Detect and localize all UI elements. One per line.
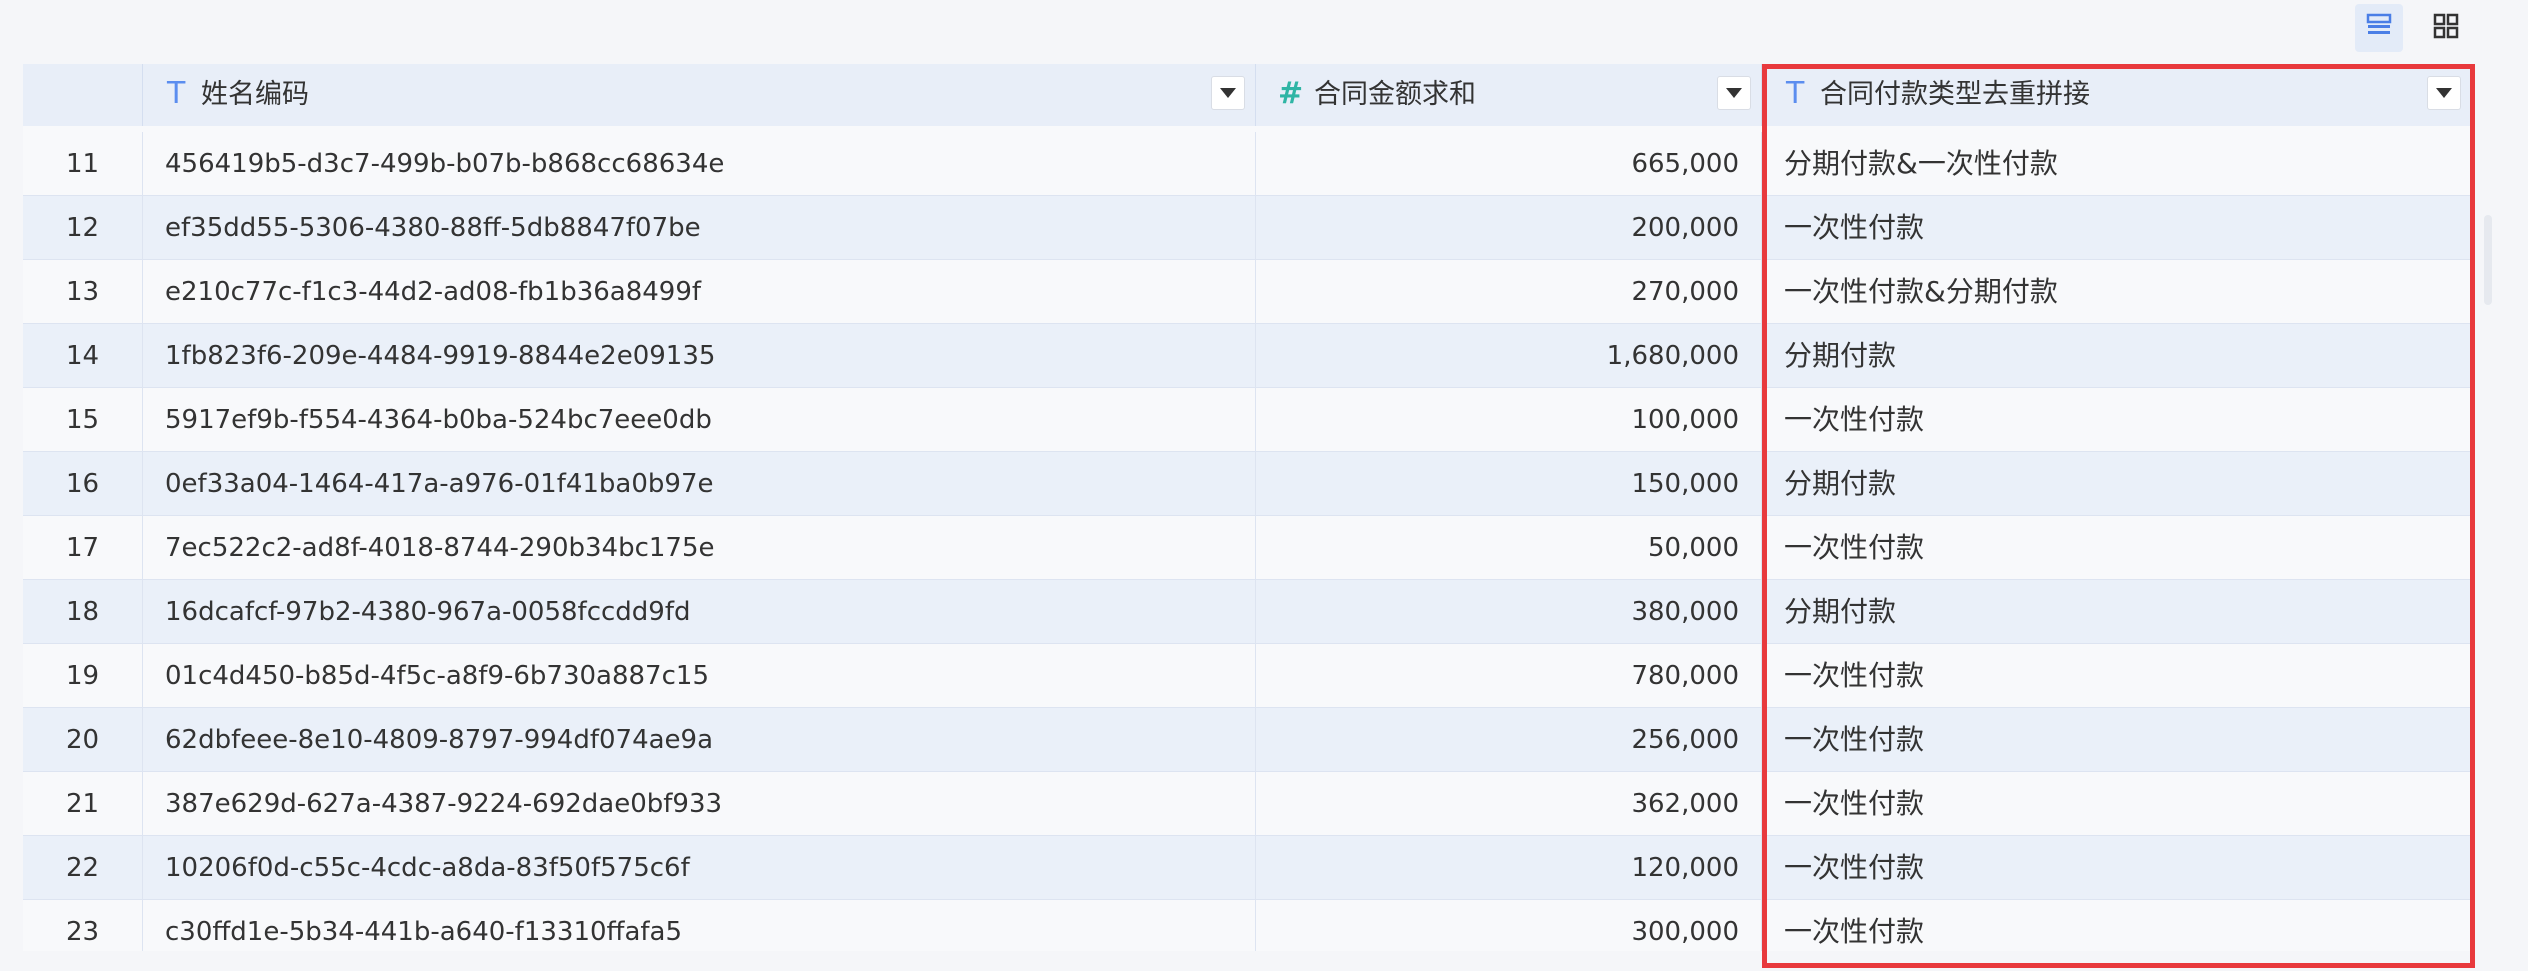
- table-row[interactable]: 21 387e629d-627a-4387-9224-692dae0bf933 36…: [23, 772, 2475, 836]
- row-index-cell[interactable]: 20: [23, 708, 143, 772]
- column-header-contract-amount[interactable]: # 合同金额求和: [1256, 64, 1762, 126]
- row-index-cell[interactable]: 13: [23, 260, 143, 324]
- scrollbar[interactable]: [2484, 215, 2492, 305]
- payment-type-cell[interactable]: 一次性付款: [1762, 772, 2475, 836]
- table-row[interactable]: 11 456419b5-d3c7-499b-b07b-b868cc68634e 66…: [23, 132, 2475, 196]
- payment-type-cell[interactable]: 一次性付款: [1762, 388, 2475, 452]
- row-index-cell[interactable]: 22: [23, 836, 143, 900]
- table-row[interactable]: 23 c30ffd1e-5b34-441b-a640-f13310ffafa5 30…: [23, 900, 2475, 951]
- text-type-icon: T: [167, 76, 186, 111]
- payment-type-cell[interactable]: 一次性付款: [1762, 708, 2475, 772]
- payment-type-cell[interactable]: 一次性付款: [1762, 196, 2475, 260]
- payment-type-cell[interactable]: 一次性付款: [1762, 900, 2475, 951]
- contract-amount-cell[interactable]: 300,000: [1256, 900, 1762, 951]
- payment-type-cell[interactable]: 一次性付款&分期付款: [1762, 260, 2475, 324]
- row-index-cell[interactable]: 23: [23, 900, 143, 951]
- contract-amount-cell[interactable]: 256,000: [1256, 708, 1762, 772]
- table-view-button[interactable]: [2355, 4, 2403, 52]
- contract-amount-cell[interactable]: 50,000: [1256, 516, 1762, 580]
- chevron-down-icon: [1220, 88, 1236, 98]
- table-body: 11 456419b5-d3c7-499b-b07b-b868cc68634e 66…: [23, 132, 2475, 951]
- column-title: 合同付款类型去重拼接: [1820, 79, 2090, 110]
- name-code-cell[interactable]: e210c77c-f1c3-44d2-ad08-fb1b36a8499f: [143, 260, 1256, 324]
- column-dropdown-button[interactable]: [1211, 76, 1245, 110]
- row-index-cell[interactable]: 12: [23, 196, 143, 260]
- index-column-header: [23, 64, 143, 126]
- grid-view-icon: [2433, 13, 2459, 43]
- payment-type-cell[interactable]: 一次性付款: [1762, 644, 2475, 708]
- contract-amount-cell[interactable]: 380,000: [1256, 580, 1762, 644]
- chevron-down-icon: [2436, 88, 2452, 98]
- name-code-cell[interactable]: ef35dd55-5306-4380-88ff-5db8847f07be: [143, 196, 1256, 260]
- name-code-cell[interactable]: 456419b5-d3c7-499b-b07b-b868cc68634e: [143, 132, 1256, 196]
- name-code-cell[interactable]: 10206f0d-c55c-4cdc-a8da-83f50f575c6f: [143, 836, 1256, 900]
- name-code-cell[interactable]: 387e629d-627a-4387-9224-692dae0bf933: [143, 772, 1256, 836]
- data-table: T 姓名编码 # 合同金额求和 T 合同付款类型去重拼接 11 456419b5-…: [23, 64, 2475, 951]
- column-dropdown-button[interactable]: [2427, 76, 2461, 110]
- grid-view-button[interactable]: [2422, 4, 2470, 52]
- row-index-cell[interactable]: 18: [23, 580, 143, 644]
- row-index-cell[interactable]: 19: [23, 644, 143, 708]
- contract-amount-cell[interactable]: 100,000: [1256, 388, 1762, 452]
- column-header-name-code[interactable]: T 姓名编码: [143, 64, 1256, 126]
- name-code-cell[interactable]: 5917ef9b-f554-4364-b0ba-524bc7eee0db: [143, 388, 1256, 452]
- row-index-cell[interactable]: 17: [23, 516, 143, 580]
- row-index-cell[interactable]: 15: [23, 388, 143, 452]
- payment-type-cell[interactable]: 一次性付款: [1762, 836, 2475, 900]
- contract-amount-cell[interactable]: 780,000: [1256, 644, 1762, 708]
- name-code-cell[interactable]: 1fb823f6-209e-4484-9919-8844e2e09135: [143, 324, 1256, 388]
- row-index-cell[interactable]: 11: [23, 132, 143, 196]
- row-index-cell[interactable]: 16: [23, 452, 143, 516]
- row-index-cell[interactable]: 14: [23, 324, 143, 388]
- contract-amount-cell[interactable]: 120,000: [1256, 836, 1762, 900]
- table-row[interactable]: 17 7ec522c2-ad8f-4018-8744-290b34bc175e 50…: [23, 516, 2475, 580]
- contract-amount-cell[interactable]: 270,000: [1256, 260, 1762, 324]
- table-row[interactable]: 16 0ef33a04-1464-417a-a976-01f41ba0b97e 15…: [23, 452, 2475, 516]
- contract-amount-cell[interactable]: 665,000: [1256, 132, 1762, 196]
- table-row[interactable]: 15 5917ef9b-f554-4364-b0ba-524bc7eee0db 10…: [23, 388, 2475, 452]
- contract-amount-cell[interactable]: 1,680,000: [1256, 324, 1762, 388]
- table-row[interactable]: 13 e210c77c-f1c3-44d2-ad08-fb1b36a8499f 27…: [23, 260, 2475, 324]
- contract-amount-cell[interactable]: 150,000: [1256, 452, 1762, 516]
- table-view-icon: [2366, 13, 2392, 43]
- name-code-cell[interactable]: 7ec522c2-ad8f-4018-8744-290b34bc175e: [143, 516, 1256, 580]
- name-code-cell[interactable]: c30ffd1e-5b34-441b-a640-f13310ffafa5: [143, 900, 1256, 951]
- table-row[interactable]: 12 ef35dd55-5306-4380-88ff-5db8847f07be 20…: [23, 196, 2475, 260]
- name-code-cell[interactable]: 01c4d450-b85d-4f5c-a8f9-6b730a887c15: [143, 644, 1256, 708]
- name-code-cell[interactable]: 16dcafcf-97b2-4380-967a-0058fccdd9fd: [143, 580, 1256, 644]
- contract-amount-cell[interactable]: 362,000: [1256, 772, 1762, 836]
- row-index-cell[interactable]: 21: [23, 772, 143, 836]
- name-code-cell[interactable]: 0ef33a04-1464-417a-a976-01f41ba0b97e: [143, 452, 1256, 516]
- chevron-down-icon: [1726, 88, 1742, 98]
- payment-type-cell[interactable]: 一次性付款: [1762, 516, 2475, 580]
- number-type-icon: #: [1278, 76, 1304, 111]
- text-type-icon: T: [1786, 76, 1805, 111]
- payment-type-cell[interactable]: 分期付款: [1762, 580, 2475, 644]
- column-title: 合同金额求和: [1314, 79, 1476, 110]
- payment-type-cell[interactable]: 分期付款: [1762, 452, 2475, 516]
- column-dropdown-button[interactable]: [1717, 76, 1751, 110]
- table-row[interactable]: 20 62dbfeee-8e10-4809-8797-994df074ae9a 25…: [23, 708, 2475, 772]
- column-header-payment-type[interactable]: T 合同付款类型去重拼接: [1762, 64, 2475, 126]
- table-row[interactable]: 19 01c4d450-b85d-4f5c-a8f9-6b730a887c15 78…: [23, 644, 2475, 708]
- table-row[interactable]: 18 16dcafcf-97b2-4380-967a-0058fccdd9fd 38…: [23, 580, 2475, 644]
- contract-amount-cell[interactable]: 200,000: [1256, 196, 1762, 260]
- column-title: 姓名编码: [201, 79, 309, 110]
- table-row[interactable]: 14 1fb823f6-209e-4484-9919-8844e2e09135 1,…: [23, 324, 2475, 388]
- name-code-cell[interactable]: 62dbfeee-8e10-4809-8797-994df074ae9a: [143, 708, 1256, 772]
- table-row[interactable]: 22 10206f0d-c55c-4cdc-a8da-83f50f575c6f 12…: [23, 836, 2475, 900]
- payment-type-cell[interactable]: 分期付款&一次性付款: [1762, 132, 2475, 196]
- payment-type-cell[interactable]: 分期付款: [1762, 324, 2475, 388]
